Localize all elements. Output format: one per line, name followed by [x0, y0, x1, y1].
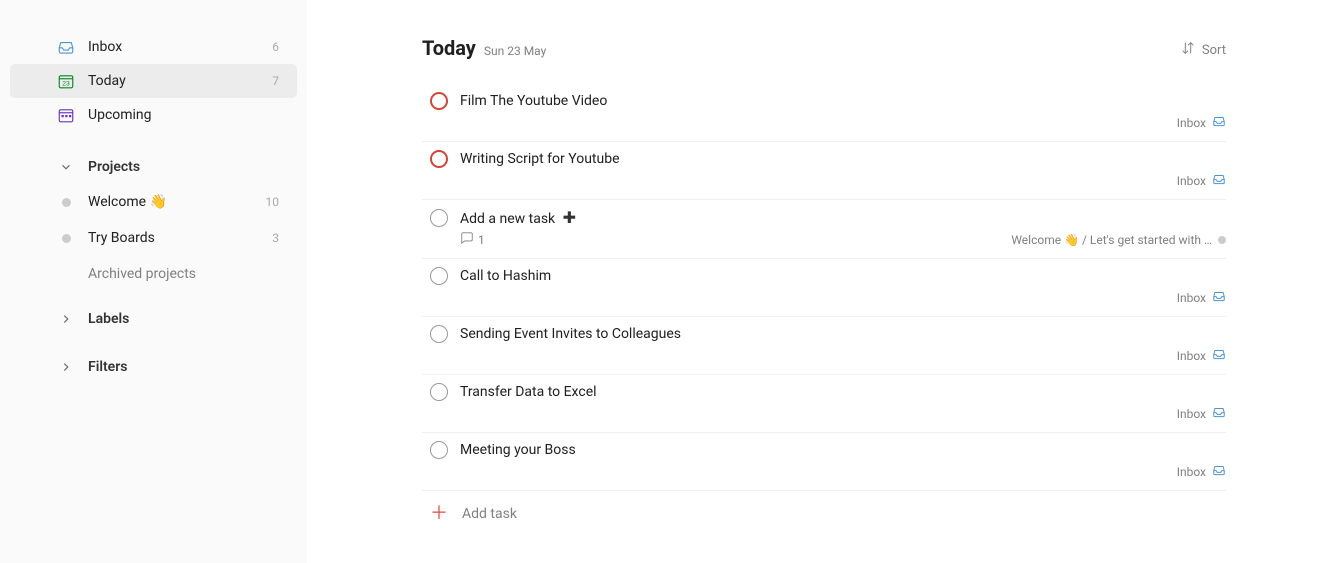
sidebar-item-label: Upcoming: [88, 107, 279, 123]
calendar-upcoming-icon: [54, 106, 78, 124]
sidebar-item-label: Today: [88, 73, 272, 89]
inbox-icon: [1212, 289, 1226, 306]
sidebar-item-label: Inbox: [88, 39, 272, 55]
task-title: Call to Hashim: [460, 268, 1226, 284]
main-content: Today Sun 23 May Sort Film The Youtube V…: [307, 0, 1341, 563]
project-count: 3: [272, 231, 279, 245]
task-row[interactable]: Meeting your Boss Inbox: [422, 433, 1226, 491]
page-header: Today Sun 23 May Sort: [422, 36, 1226, 60]
task-project-link[interactable]: Welcome 👋 / Let's get started with …: [1011, 233, 1226, 247]
wave-emoji-icon: 👋: [150, 194, 167, 210]
task-project-link[interactable]: Inbox: [1177, 401, 1226, 424]
task-title: Add a new task ✚: [460, 208, 1226, 227]
sidebar-section-filters[interactable]: Filters: [10, 350, 297, 384]
task-project-link[interactable]: Inbox: [1177, 459, 1226, 482]
svg-text:23: 23: [62, 81, 70, 88]
chevron-right-icon: [54, 312, 78, 326]
task-title: Writing Script for Youtube: [460, 151, 1226, 167]
task-row[interactable]: Transfer Data to Excel Inbox: [422, 375, 1226, 433]
plus-icon: ＋: [430, 505, 448, 523]
sidebar-section-labels[interactable]: Labels: [10, 302, 297, 336]
task-title: Meeting your Boss: [460, 442, 1226, 458]
sidebar-item-inbox[interactable]: Inbox 6: [10, 30, 297, 64]
section-label: Projects: [88, 159, 140, 175]
sidebar-item-count: 6: [272, 40, 279, 54]
task-project-link[interactable]: Inbox: [1177, 343, 1226, 366]
calendar-today-icon: 23: [54, 72, 78, 90]
sort-button[interactable]: Sort: [1180, 40, 1226, 60]
plus-icon: ✚: [563, 208, 576, 227]
section-label: Labels: [88, 311, 129, 327]
task-row[interactable]: Sending Event Invites to Colleagues Inbo…: [422, 317, 1226, 375]
inbox-icon: [1212, 405, 1226, 422]
task-row[interactable]: Call to Hashim Inbox: [422, 259, 1226, 317]
sidebar-project-welcome[interactable]: Welcome 👋 10: [10, 184, 297, 220]
task-checkbox[interactable]: [430, 441, 448, 459]
task-row[interactable]: Film The Youtube Video Inbox: [422, 84, 1226, 142]
chevron-down-icon: [54, 160, 78, 174]
sidebar-project-try-boards[interactable]: Try Boards 3: [10, 220, 297, 256]
task-checkbox[interactable]: [430, 92, 448, 110]
task-project-link[interactable]: Inbox: [1177, 110, 1226, 133]
task-project-link[interactable]: Inbox: [1177, 285, 1226, 308]
task-title: Transfer Data to Excel: [460, 384, 1226, 400]
page-date: Sun 23 May: [484, 44, 546, 58]
task-project-link[interactable]: Inbox: [1177, 168, 1226, 191]
sidebar-archived-projects[interactable]: Archived projects: [10, 256, 297, 282]
inbox-icon: [1212, 347, 1226, 364]
sort-label: Sort: [1202, 43, 1226, 58]
sidebar-item-count: 7: [272, 74, 279, 88]
comment-icon: [460, 231, 474, 248]
task-title: Film The Youtube Video: [460, 93, 1226, 109]
task-title: Sending Event Invites to Colleagues: [460, 326, 1226, 342]
task-row[interactable]: Writing Script for Youtube Inbox: [422, 142, 1226, 200]
project-label: Try Boards: [88, 230, 272, 246]
sidebar-item-upcoming[interactable]: Upcoming: [10, 98, 297, 132]
inbox-icon: [1212, 463, 1226, 480]
chevron-right-icon: [54, 360, 78, 374]
task-row[interactable]: Add a new task ✚ 1 Welcome 👋 / Let's get…: [422, 200, 1226, 259]
project-count: 10: [266, 195, 280, 209]
page-title: Today: [422, 36, 476, 60]
inbox-icon: [1212, 114, 1226, 131]
project-color-dot: [54, 198, 78, 207]
project-color-dot: [1218, 236, 1226, 244]
project-color-dot: [54, 234, 78, 243]
add-task-button[interactable]: ＋ Add task: [422, 491, 1226, 523]
inbox-icon: [54, 38, 78, 56]
task-checkbox[interactable]: [430, 150, 448, 168]
sidebar-section-projects[interactable]: Projects: [10, 150, 297, 184]
task-checkbox[interactable]: [430, 325, 448, 343]
sort-icon: [1180, 40, 1196, 60]
task-checkbox[interactable]: [430, 267, 448, 285]
sidebar-item-today[interactable]: 23 Today 7: [10, 64, 297, 98]
project-label: Welcome 👋: [88, 194, 266, 210]
task-checkbox[interactable]: [430, 383, 448, 401]
section-label: Filters: [88, 359, 127, 375]
sidebar: Inbox 6 23 Today 7 Upcoming Proje: [0, 0, 307, 563]
inbox-icon: [1212, 172, 1226, 189]
add-task-label: Add task: [462, 506, 517, 522]
task-comments[interactable]: 1: [460, 231, 485, 248]
task-checkbox[interactable]: [430, 209, 448, 227]
